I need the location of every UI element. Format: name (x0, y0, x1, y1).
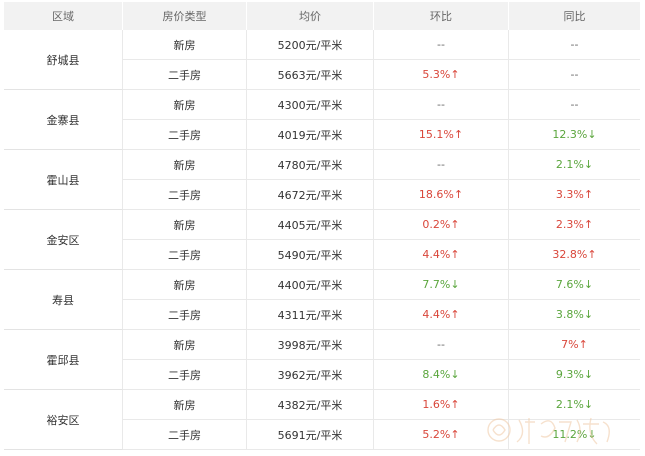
price-cell: 5691元/平米 (247, 420, 374, 450)
table-row: 舒城县 新房 5200元/平米 -- -- (4, 30, 640, 90)
header-mom: 环比 (374, 2, 509, 30)
yoy-cell: -- (509, 30, 640, 60)
price-cell: 4405元/平米 (247, 210, 374, 240)
type-cell: 新房 (123, 330, 247, 360)
type-cell: 新房 (123, 390, 247, 420)
district-cell: 霍山县 (4, 150, 123, 210)
price-cell: 5663元/平米 (247, 60, 374, 90)
type-cell: 二手房 (123, 120, 247, 150)
table-row: 金寨县 新房 4300元/平米 -- -- (4, 90, 640, 150)
header-yoy: 同比 (509, 2, 640, 30)
price-cell: 4300元/平米 (247, 90, 374, 120)
table-header-row: 区域 房价类型 均价 环比 同比 (4, 2, 640, 30)
mom-cell: -- (374, 150, 509, 180)
mom-cell: 18.6%↑ (374, 180, 509, 210)
yoy-cell: 2.3%↑ (509, 210, 640, 240)
price-cell: 4382元/平米 (247, 390, 374, 420)
header-type: 房价类型 (123, 2, 247, 30)
table-row: 霍邱县 新房 3998元/平米 -- 7%↑ (4, 330, 640, 390)
mom-cell: 4.4%↑ (374, 240, 509, 270)
price-cell: 5200元/平米 (247, 30, 374, 60)
page: 区域 房价类型 均价 环比 同比 舒城县 新房 5200元/平米 -- -- 二手房 566… (0, 0, 645, 456)
mom-cell: 1.6%↑ (374, 390, 509, 420)
type-cell: 新房 (123, 270, 247, 300)
district-cell: 金安区 (4, 210, 123, 270)
district-cell: 金寨县 (4, 90, 123, 150)
price-cell: 4672元/平米 (247, 180, 374, 210)
table-row: 霍山县 新房 4780元/平米 -- 2.1%↓ (4, 150, 640, 210)
type-cell: 二手房 (123, 60, 247, 90)
yoy-cell: 7%↑ (509, 330, 640, 360)
mom-cell: 7.7%↓ (374, 270, 509, 300)
price-table: 区域 房价类型 均价 环比 同比 舒城县 新房 5200元/平米 -- -- 二手房 566… (4, 2, 640, 450)
yoy-cell: 9.3%↓ (509, 360, 640, 390)
yoy-cell: 11.2%↓ (509, 420, 640, 450)
price-cell: 4780元/平米 (247, 150, 374, 180)
type-cell: 新房 (123, 210, 247, 240)
type-cell: 新房 (123, 90, 247, 120)
table-row: 寿县 新房 4400元/平米 7.7%↓ 7.6%↓ (4, 270, 640, 330)
type-cell: 新房 (123, 150, 247, 180)
yoy-cell: 2.1%↓ (509, 150, 640, 180)
mom-cell: -- (374, 30, 509, 60)
header-avg-price: 均价 (247, 2, 374, 30)
price-cell: 3962元/平米 (247, 360, 374, 390)
district-cell: 裕安区 (4, 390, 123, 450)
price-cell: 4400元/平米 (247, 270, 374, 300)
type-cell: 二手房 (123, 420, 247, 450)
mom-cell: -- (374, 90, 509, 120)
mom-cell: 5.2%↑ (374, 420, 509, 450)
type-cell: 二手房 (123, 240, 247, 270)
district-cell: 寿县 (4, 270, 123, 330)
header-district: 区域 (4, 2, 123, 30)
yoy-cell: 3.3%↑ (509, 180, 640, 210)
price-cell: 4311元/平米 (247, 300, 374, 330)
type-cell: 新房 (123, 30, 247, 60)
mom-cell: 8.4%↓ (374, 360, 509, 390)
mom-cell: 0.2%↑ (374, 210, 509, 240)
type-cell: 二手房 (123, 360, 247, 390)
type-cell: 二手房 (123, 300, 247, 330)
price-cell: 3998元/平米 (247, 330, 374, 360)
yoy-cell: 7.6%↓ (509, 270, 640, 300)
mom-cell: 15.1%↑ (374, 120, 509, 150)
mom-cell: 4.4%↑ (374, 300, 509, 330)
mom-cell: -- (374, 330, 509, 360)
yoy-cell: 2.1%↓ (509, 390, 640, 420)
mom-cell: 5.3%↑ (374, 60, 509, 90)
yoy-cell: -- (509, 60, 640, 90)
yoy-cell: -- (509, 90, 640, 120)
type-cell: 二手房 (123, 180, 247, 210)
yoy-cell: 3.8%↓ (509, 300, 640, 330)
price-cell: 5490元/平米 (247, 240, 374, 270)
yoy-cell: 32.8%↑ (509, 240, 640, 270)
table-row: 裕安区 新房 4382元/平米 1.6%↑ 2.1%↓ (4, 390, 640, 450)
yoy-cell: 12.3%↓ (509, 120, 640, 150)
price-cell: 4019元/平米 (247, 120, 374, 150)
district-cell: 霍邱县 (4, 330, 123, 390)
table-row: 金安区 新房 4405元/平米 0.2%↑ 2.3%↑ (4, 210, 640, 270)
district-cell: 舒城县 (4, 30, 123, 90)
